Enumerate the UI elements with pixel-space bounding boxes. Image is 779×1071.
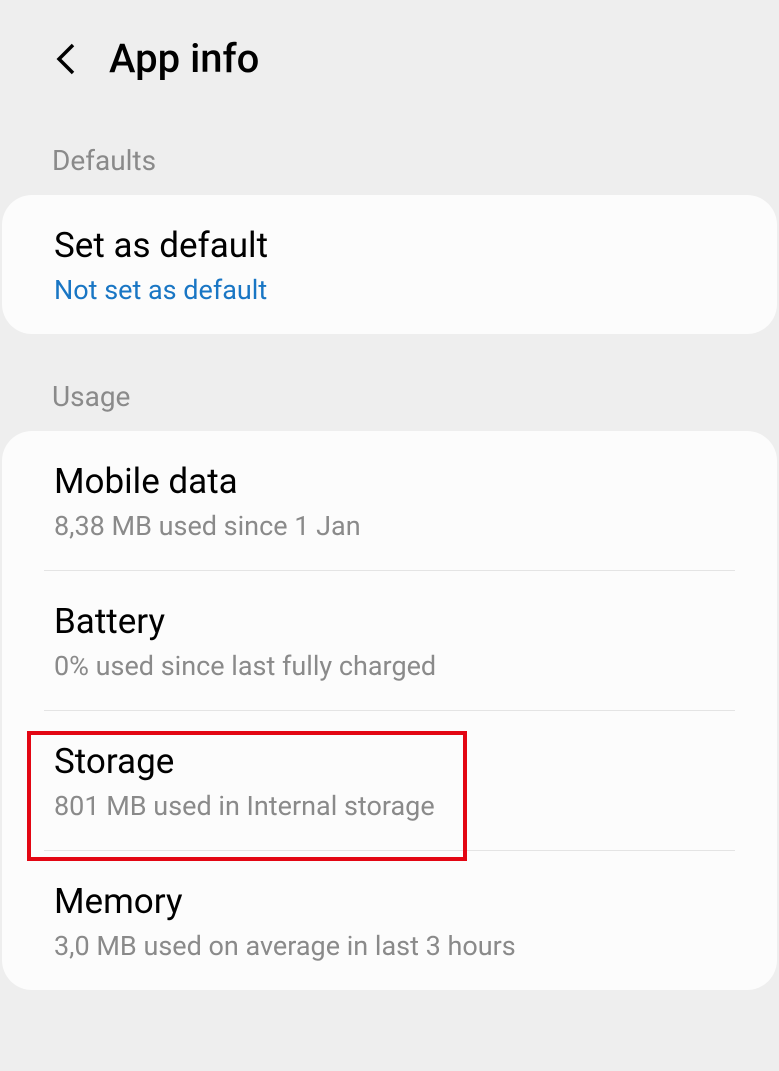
set-as-default-item[interactable]: Set as default Not set as default	[2, 195, 777, 334]
page-title: App info	[109, 35, 259, 82]
storage-item[interactable]: Storage 801 MB used in Internal storage	[2, 711, 777, 850]
section-header-defaults: Defaults	[0, 122, 779, 195]
mobile-data-subtitle: 8,38 MB used since 1 Jan	[54, 510, 725, 542]
set-as-default-title: Set as default	[54, 225, 725, 266]
back-icon[interactable]	[55, 41, 79, 77]
memory-title: Memory	[54, 881, 725, 922]
storage-subtitle: 801 MB used in Internal storage	[54, 790, 725, 822]
mobile-data-item[interactable]: Mobile data 8,38 MB used since 1 Jan	[2, 431, 777, 570]
memory-item[interactable]: Memory 3,0 MB used on average in last 3 …	[2, 851, 777, 990]
defaults-card: Set as default Not set as default	[2, 195, 777, 334]
usage-card: Mobile data 8,38 MB used since 1 Jan Bat…	[2, 431, 777, 990]
mobile-data-title: Mobile data	[54, 461, 725, 502]
storage-title: Storage	[54, 741, 725, 782]
battery-subtitle: 0% used since last fully charged	[54, 650, 725, 682]
header: App info	[0, 0, 779, 122]
section-header-usage: Usage	[0, 358, 779, 431]
memory-subtitle: 3,0 MB used on average in last 3 hours	[54, 930, 725, 962]
battery-title: Battery	[54, 601, 725, 642]
set-as-default-subtitle: Not set as default	[54, 274, 725, 306]
battery-item[interactable]: Battery 0% used since last fully charged	[2, 571, 777, 710]
